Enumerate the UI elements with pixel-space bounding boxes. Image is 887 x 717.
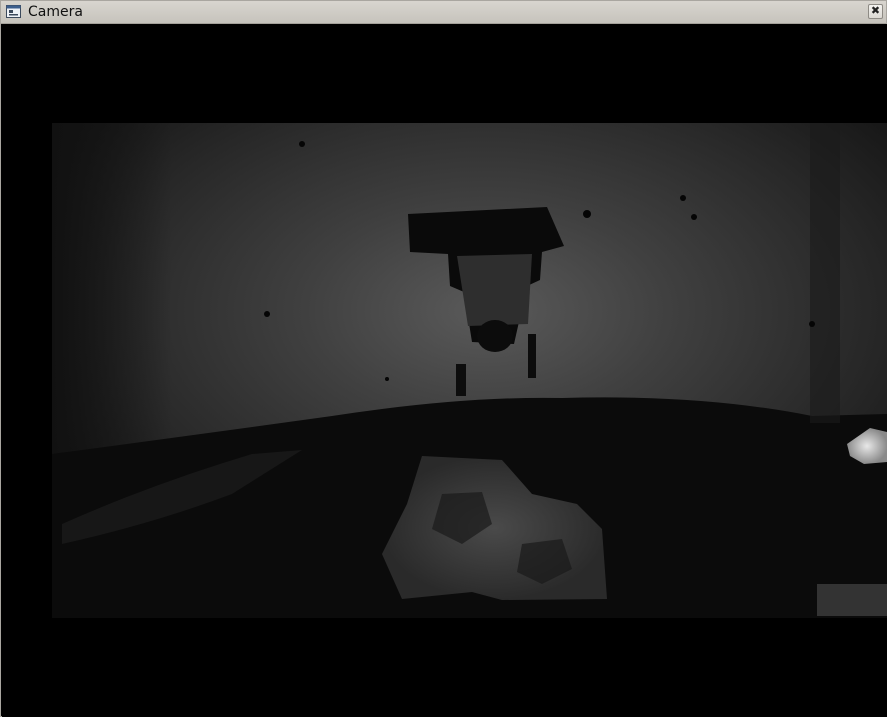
window-titlebar[interactable]: Camera ✖ bbox=[1, 1, 886, 24]
depth-camera-image bbox=[52, 123, 887, 618]
camera-window: Camera ✖ bbox=[0, 0, 887, 717]
close-icon: ✖ bbox=[870, 4, 881, 17]
window-title: Camera bbox=[28, 4, 83, 20]
window-app-icon bbox=[6, 5, 21, 18]
camera-viewport bbox=[2, 24, 887, 717]
close-button[interactable]: ✖ bbox=[868, 4, 883, 19]
